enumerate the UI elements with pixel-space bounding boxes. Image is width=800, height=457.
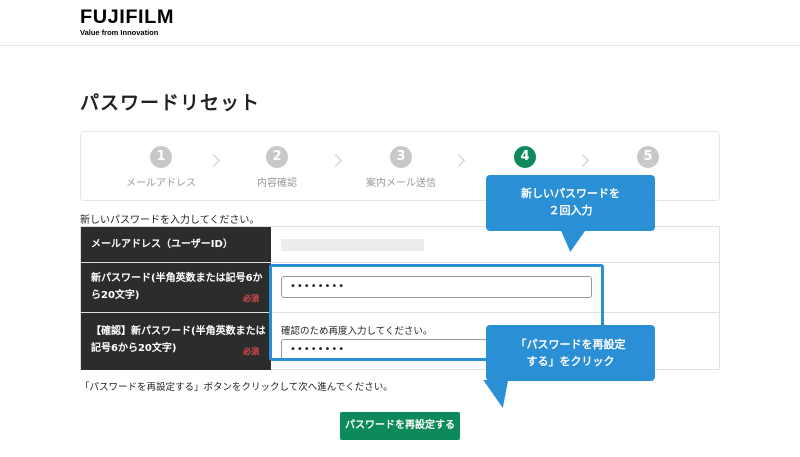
step-number-active: 4	[514, 146, 536, 168]
instruction-note: 「パスワードを再設定する」ボタンをクリックして次へ進んでください。	[80, 382, 393, 393]
new-password-label-line1: 新パスワード(半角英数または記号6か	[91, 273, 263, 284]
step-number: 3	[390, 146, 412, 168]
intro-text: 新しいパスワードを入力してください。	[80, 215, 260, 226]
callout-click-reset: 「パスワードを再設定 する」をクリック	[486, 325, 655, 381]
callout-text: 「パスワードを再設定	[515, 338, 626, 351]
new-password-label-cell: 新パスワード(半角英数または記号6か ら20文字) 必須	[81, 263, 271, 312]
confirm-password-label-cell: 【確認】新パスワード(半角英数または 記号6から20文字) 必須	[81, 313, 271, 370]
confirm-password-label-line2: 記号6から20文字)	[91, 343, 177, 354]
callout-text: 新しいパスワードを	[521, 187, 620, 200]
email-value-cell	[271, 227, 719, 262]
callout-text: する」をクリック	[526, 355, 615, 368]
step-2: 2 内容確認	[217, 146, 337, 189]
step-number: 1	[150, 146, 172, 168]
required-badge: 必須	[243, 294, 259, 303]
fujifilm-logo[interactable]: FUJIFILM Value from Innovation	[80, 8, 173, 38]
site-header: FUJIFILM Value from Innovation	[0, 0, 800, 46]
step-4: 4	[465, 146, 585, 174]
page-title: パスワードリセット	[80, 92, 261, 114]
confirm-password-label-line1: 【確認】新パスワード(半角英数または	[91, 326, 266, 337]
logo-wordmark: FUJIFILM	[80, 7, 174, 28]
step-number: 2	[266, 146, 288, 168]
callout-enter-twice: 新しいパスワードを ２回入力	[486, 175, 655, 231]
step-label: 内容確認	[257, 178, 297, 189]
step-1: 1 メールアドレス	[101, 146, 221, 189]
required-badge: 必須	[243, 347, 259, 356]
logo-tagline: Value from Innovation	[80, 28, 159, 37]
step-label: 案内メール送信	[366, 178, 436, 189]
email-value-masked	[281, 239, 424, 251]
callout-text: ２回入力	[548, 204, 593, 217]
email-row: メールアドレス（ユーザーID）	[81, 227, 719, 263]
reset-password-button[interactable]: パスワードを再設定する	[340, 412, 460, 440]
new-password-label-line2: ら20文字)	[91, 290, 140, 301]
email-label: メールアドレス（ユーザーID）	[91, 239, 233, 250]
step-label: メールアドレス	[126, 178, 196, 189]
callout-pointer	[483, 380, 528, 408]
step-5: 5	[588, 146, 708, 174]
email-label-cell: メールアドレス（ユーザーID）	[81, 227, 271, 262]
step-number: 5	[637, 146, 659, 168]
step-3: 3 案内メール送信	[341, 146, 461, 189]
